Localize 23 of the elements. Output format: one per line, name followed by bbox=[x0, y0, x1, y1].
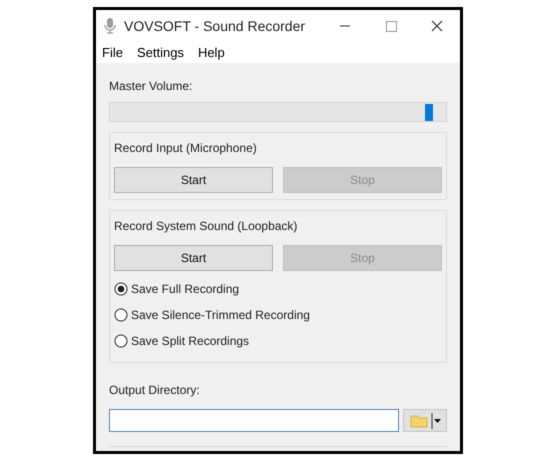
start-button[interactable]: Start bbox=[114, 245, 273, 271]
output-label: Output Directory: bbox=[109, 382, 201, 399]
group-title: Record Input (Microphone) bbox=[114, 140, 258, 157]
folder-dropdown-button[interactable] bbox=[403, 409, 447, 432]
group-title: Record System Sound (Loopback) bbox=[114, 218, 298, 235]
radio-button[interactable] bbox=[114, 308, 128, 322]
radio-button[interactable] bbox=[114, 282, 128, 296]
window-title: VOVSOFT - Sound Recorder bbox=[124, 16, 306, 36]
radio-label: Save Full Recording bbox=[131, 281, 240, 298]
menu-item[interactable]: File bbox=[102, 42, 123, 62]
microphone-icon bbox=[104, 17, 116, 35]
menu-item[interactable]: Help bbox=[198, 42, 225, 62]
slider-thumb[interactable] bbox=[425, 104, 434, 121]
radio-label: Save Split Recordings bbox=[131, 333, 250, 350]
start-button[interactable]: Start bbox=[114, 167, 273, 193]
folder-icon bbox=[410, 414, 428, 428]
menu-item[interactable]: Settings bbox=[136, 42, 184, 62]
volume-label: Master Volume: bbox=[109, 78, 194, 95]
radio-label: Save Silence-Trimmed Recording bbox=[131, 307, 310, 324]
volume-slider[interactable] bbox=[109, 102, 447, 122]
directory-field[interactable] bbox=[109, 409, 399, 432]
radio-button[interactable] bbox=[114, 334, 128, 348]
caret-icon bbox=[430, 412, 440, 428]
